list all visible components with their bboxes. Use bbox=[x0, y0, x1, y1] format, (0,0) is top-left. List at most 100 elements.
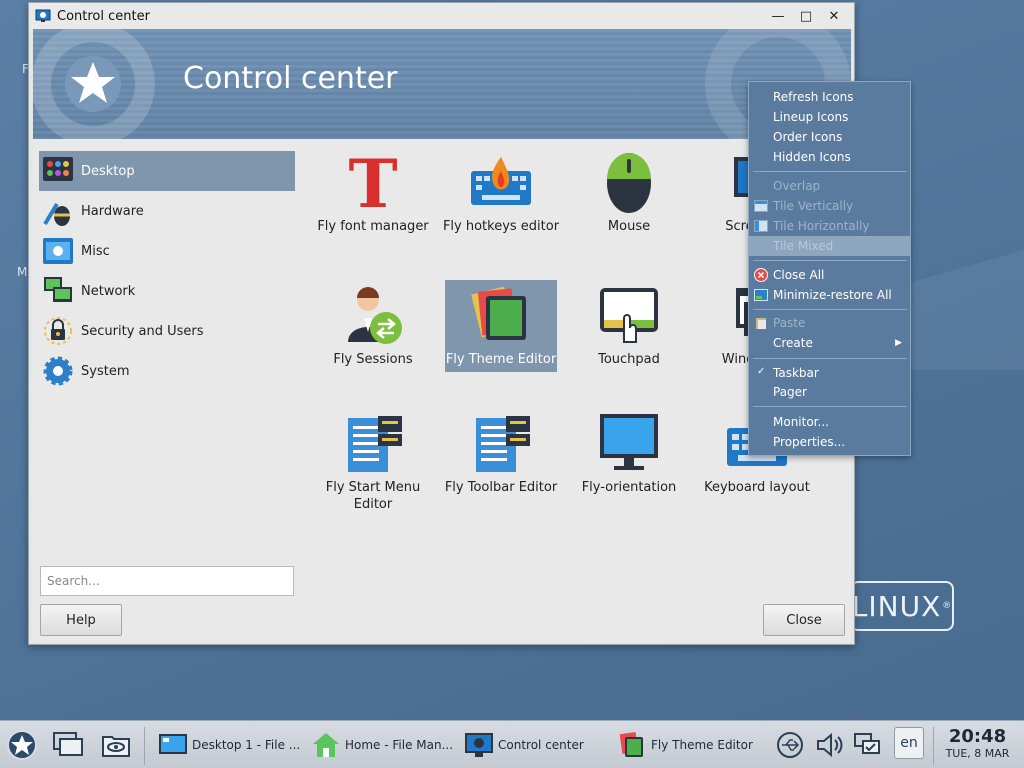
clock-date: TUE, 8 MAR bbox=[945, 747, 1010, 760]
menu-separator bbox=[753, 171, 907, 172]
sidebar-item-label: Security and Users bbox=[81, 323, 204, 339]
control-center-icon bbox=[465, 733, 493, 757]
menu-item-pager[interactable]: Pager bbox=[749, 382, 910, 402]
menu-item-minimize-restore-all[interactable]: Minimize-restore All bbox=[749, 285, 910, 305]
control-center-icon bbox=[35, 9, 51, 22]
theme-editor-icon bbox=[471, 286, 526, 340]
tile-fly-toolbar-editor[interactable]: Fly Toolbar Editor bbox=[445, 408, 557, 500]
keyboard-language-indicator[interactable]: en bbox=[894, 727, 924, 759]
hardware-icon bbox=[43, 202, 70, 226]
menu-item-paste[interactable]: Paste bbox=[749, 313, 910, 333]
misc-icon bbox=[43, 238, 73, 264]
network-icon bbox=[44, 277, 72, 302]
search-input[interactable] bbox=[40, 566, 294, 596]
task-control-center[interactable]: Control center bbox=[464, 725, 584, 765]
tile-label: Mouse bbox=[607, 219, 651, 234]
tile-fly-theme-editor[interactable]: Fly Theme Editor bbox=[445, 280, 557, 372]
tile-fly-orientation[interactable]: Fly-orientation bbox=[573, 408, 685, 500]
sidebar-item-network[interactable]: Network bbox=[39, 271, 295, 311]
desktop-context-menu: Refresh Icons Lineup Icons Order Icons H… bbox=[748, 81, 911, 456]
menu-item-taskbar[interactable]: ✓ Taskbar bbox=[749, 363, 910, 383]
home-icon bbox=[313, 733, 339, 757]
task-fly-theme-editor[interactable]: Fly Theme Editor bbox=[617, 725, 753, 765]
tile-label: Fly Theme Editor bbox=[445, 352, 557, 367]
menu-item-hidden-icons[interactable]: Hidden Icons bbox=[749, 147, 910, 167]
menu-separator bbox=[753, 406, 907, 407]
task-home-file-manager[interactable]: Home - File Man... bbox=[311, 725, 453, 765]
clock-time: 20:48 bbox=[948, 726, 1007, 747]
desktop-file-icon bbox=[159, 734, 187, 754]
paste-icon bbox=[756, 318, 766, 329]
sidebar-item-label: Hardware bbox=[81, 203, 144, 219]
sidebar-item-desktop[interactable]: Desktop bbox=[39, 151, 295, 191]
menu-item-create[interactable]: Create ▶ bbox=[749, 333, 910, 353]
tile-label: Touchpad bbox=[598, 352, 660, 367]
font-t-icon: T bbox=[348, 149, 397, 215]
sidebar-item-label: Misc bbox=[81, 243, 110, 259]
tile-fly-hotkeys-editor[interactable]: Fly hotkeys editor bbox=[442, 147, 560, 239]
menu-item-tile-vertically[interactable]: Tile Vertically bbox=[749, 196, 910, 216]
sidebar-item-label: System bbox=[81, 363, 130, 379]
tile-horizontal-icon bbox=[754, 220, 768, 232]
taskbar: Desktop 1 - File ... Home - File Man... … bbox=[0, 720, 1024, 768]
file-manager-eye-icon[interactable] bbox=[100, 729, 132, 761]
tile-fly-start-menu-editor[interactable]: Fly Start Menu Editor bbox=[317, 408, 429, 518]
volume-icon[interactable] bbox=[815, 731, 843, 759]
check-icon: ✓ bbox=[757, 366, 766, 377]
toolbar-editor-icon bbox=[476, 416, 530, 472]
tile-label: Keyboard layout bbox=[704, 480, 810, 495]
touchpad-icon bbox=[600, 288, 658, 343]
network-status-icon[interactable] bbox=[853, 731, 881, 759]
security-icon bbox=[44, 317, 72, 345]
control-center-window: Control center — □ ✕ Control center Desk… bbox=[28, 2, 855, 645]
tile-touchpad[interactable]: Touchpad bbox=[573, 280, 685, 372]
menu-item-properties[interactable]: Properties... bbox=[749, 432, 910, 452]
clock[interactable]: 20:48 TUE, 8 MAR bbox=[935, 727, 1020, 761]
menu-item-lineup-icons[interactable]: Lineup Icons bbox=[749, 107, 910, 127]
banner-title: Control center bbox=[183, 61, 398, 96]
header-banner: Control center bbox=[33, 29, 851, 139]
desktop-icon-label-fragment: M bbox=[17, 265, 28, 279]
tile-fly-font-manager[interactable]: T Fly font manager bbox=[317, 147, 429, 239]
tile-mouse[interactable]: Mouse bbox=[573, 147, 685, 239]
sidebar-item-hardware[interactable]: Hardware bbox=[39, 191, 295, 231]
linux-logo: LINUX ® bbox=[850, 581, 954, 631]
category-sidebar: Desktop Hardware Misc Network Security a… bbox=[39, 151, 295, 391]
close-window-button[interactable]: ✕ bbox=[820, 5, 848, 27]
sidebar-item-system[interactable]: System bbox=[39, 351, 295, 391]
sessions-user-icon bbox=[348, 287, 402, 344]
theme-editor-icon bbox=[619, 731, 643, 757]
menu-item-order-icons[interactable]: Order Icons bbox=[749, 127, 910, 147]
sidebar-item-security[interactable]: Security and Users bbox=[39, 311, 295, 351]
tile-label: Fly Toolbar Editor bbox=[444, 480, 558, 495]
system-gear-icon bbox=[43, 356, 73, 386]
tile-label: Fly hotkeys editor bbox=[442, 219, 560, 234]
start-menu-icon[interactable] bbox=[6, 729, 38, 761]
tile-label: Editor bbox=[353, 497, 393, 512]
window-title: Control center bbox=[57, 8, 150, 24]
tile-fly-sessions[interactable]: Fly Sessions bbox=[317, 280, 429, 372]
minimize-all-icon bbox=[754, 289, 768, 301]
usb-icon[interactable] bbox=[776, 731, 804, 759]
monitor-icon bbox=[600, 414, 658, 470]
menu-item-tile-horizontally[interactable]: Tile Horizontally bbox=[749, 216, 910, 236]
sidebar-item-label: Desktop bbox=[81, 163, 135, 179]
content-area: Desktop Hardware Misc Network Security a… bbox=[33, 139, 851, 642]
task-desktop-file-manager[interactable]: Desktop 1 - File ... bbox=[158, 725, 300, 765]
tile-label: Fly font manager bbox=[317, 219, 429, 234]
show-desktop-icon[interactable] bbox=[52, 729, 84, 761]
minimize-button[interactable]: — bbox=[764, 5, 792, 27]
maximize-button[interactable]: □ bbox=[792, 5, 820, 27]
menu-item-tile-mixed[interactable]: Tile Mixed bbox=[749, 236, 910, 256]
menu-item-close-all[interactable]: Close All bbox=[749, 265, 910, 285]
close-button[interactable]: Close bbox=[763, 604, 845, 636]
help-button[interactable]: Help bbox=[40, 604, 122, 636]
menu-item-monitor[interactable]: Monitor... bbox=[749, 412, 910, 432]
sidebar-item-label: Network bbox=[81, 283, 136, 299]
mouse-icon bbox=[607, 153, 651, 213]
menu-item-refresh-icons[interactable]: Refresh Icons bbox=[749, 87, 910, 107]
tile-vertical-icon bbox=[754, 200, 768, 212]
sidebar-item-misc[interactable]: Misc bbox=[39, 231, 295, 271]
window-titlebar[interactable]: Control center — □ ✕ bbox=[29, 3, 854, 29]
menu-item-overlap[interactable]: Overlap bbox=[749, 176, 910, 196]
